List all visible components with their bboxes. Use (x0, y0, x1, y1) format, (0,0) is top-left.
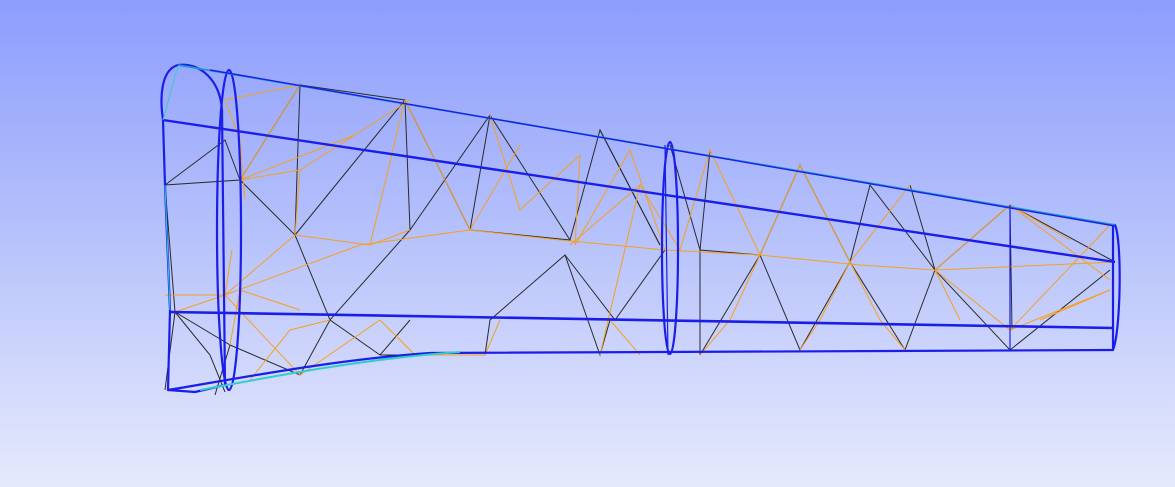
tip-rib (1111, 223, 1121, 352)
lower-spar (169, 310, 1114, 330)
wing-outline (160, 63, 1121, 394)
upper-spar (162, 118, 1116, 264)
wing-wireframe-model[interactable] (0, 0, 1175, 487)
3d-viewport[interactable] (0, 0, 1175, 487)
rib-1 (215, 68, 243, 392)
edge-accents (162, 65, 179, 311)
mesh-orange-edges (165, 84, 1116, 381)
